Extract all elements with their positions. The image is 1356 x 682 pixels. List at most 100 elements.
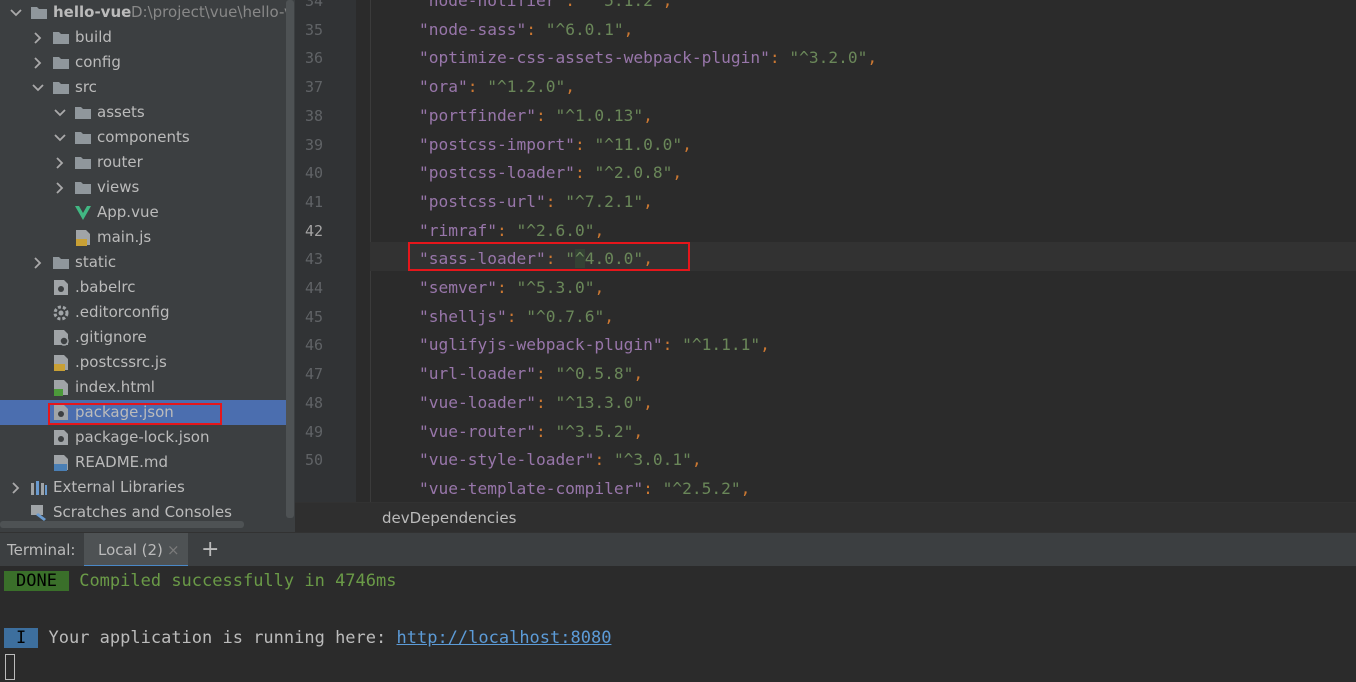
terminal-output[interactable]: DONE Compiled successfully in 4746ms I Y… bbox=[0, 566, 1356, 682]
code-line: "postcss-loader": "^2.0.8", bbox=[419, 163, 683, 183]
json-value: "^1.2.0" bbox=[487, 77, 566, 97]
chevron-right-icon[interactable] bbox=[8, 475, 22, 500]
tree-item-router[interactable]: router bbox=[0, 150, 286, 175]
json-value: "^11.0.0" bbox=[594, 134, 683, 154]
json-value: "^3.5.2" bbox=[555, 421, 634, 441]
line-number: 50 bbox=[304, 451, 323, 470]
json-value: "^2.5.2" bbox=[662, 478, 741, 498]
json-value: "^0.7.6" bbox=[526, 306, 605, 326]
terminal-line-done: DONE Compiled successfully in 4746ms bbox=[4, 570, 396, 592]
running-message: Your application is running here: bbox=[48, 628, 397, 648]
terminal-tab-local-2[interactable]: Local (2) × bbox=[84, 533, 188, 567]
json-key: "vue-loader" bbox=[419, 392, 536, 412]
chevron-down-icon[interactable] bbox=[30, 75, 44, 100]
chevron-right-icon[interactable] bbox=[52, 175, 66, 200]
tree-item-label: build bbox=[75, 28, 112, 46]
localhost-link[interactable]: http://localhost:8080 bbox=[397, 628, 612, 648]
tree-horizontal-scrollbar[interactable] bbox=[0, 521, 244, 528]
tree-item-label: External Libraries bbox=[53, 478, 185, 496]
javascript-file-icon bbox=[74, 229, 92, 246]
tree-item-label: App.vue bbox=[97, 203, 159, 221]
terminal-line-running: I Your application is running here: http… bbox=[4, 627, 611, 649]
tree-vertical-scrollbar[interactable] bbox=[286, 0, 294, 518]
terminal-cursor bbox=[5, 654, 15, 680]
json-value: "^3.0.1" bbox=[613, 450, 692, 470]
json-key: "shelljs" bbox=[419, 306, 507, 326]
tree-item-index-html[interactable]: index.html bbox=[0, 375, 286, 400]
terminal-label: Terminal: bbox=[7, 541, 76, 559]
json-value: "^1.0.13" bbox=[555, 105, 644, 125]
library-icon bbox=[30, 479, 48, 496]
chevron-down-icon[interactable] bbox=[52, 125, 66, 150]
line-number: 47 bbox=[304, 365, 323, 384]
tree-item-main-js[interactable]: main.js bbox=[0, 225, 286, 250]
close-icon[interactable]: × bbox=[167, 533, 180, 567]
folder-icon bbox=[74, 179, 92, 196]
tree-item-label: .postcssrc.js bbox=[75, 353, 167, 371]
folder-icon bbox=[74, 129, 92, 146]
json-key: "vue-router" bbox=[419, 421, 536, 441]
json-key: "semver" bbox=[419, 278, 497, 297]
json-value: "^6.0.1" bbox=[545, 19, 624, 39]
tree-item-label: .editorconfig bbox=[75, 303, 170, 321]
terminal-header: Terminal: Local (2) × + bbox=[0, 532, 1356, 567]
tree-item-components[interactable]: components bbox=[0, 125, 286, 150]
json-value: "^1.1.1" bbox=[682, 335, 761, 355]
json-key: "vue-template-compiler" bbox=[419, 478, 644, 498]
tree-item-postcssrc-js[interactable]: .postcssrc.js bbox=[0, 350, 286, 375]
project-tool-window: hello-vue D:\project\vue\hello-v build co… bbox=[0, 0, 295, 532]
chevron-down-icon[interactable] bbox=[8, 0, 22, 25]
tree-item-gitignore[interactable]: .gitignore bbox=[0, 325, 286, 350]
json-key: "portfinder" bbox=[419, 105, 536, 125]
code-line: "portfinder": "^1.0.13", bbox=[419, 105, 653, 125]
chevron-right-icon[interactable] bbox=[30, 50, 44, 75]
json-value: "^5.1.2" bbox=[584, 0, 663, 10]
tree-item-views[interactable]: views bbox=[0, 175, 286, 200]
new-terminal-plus-icon[interactable]: + bbox=[201, 533, 219, 567]
line-number: 49 bbox=[304, 422, 323, 441]
tree-item-external-libraries[interactable]: External Libraries bbox=[0, 475, 286, 500]
tree-item-build[interactable]: build bbox=[0, 25, 286, 50]
tree-item-config[interactable]: config bbox=[0, 50, 286, 75]
tree-item-label: README.md bbox=[75, 453, 169, 471]
json-key: "url-loader" bbox=[419, 364, 536, 384]
tree-item-babelrc[interactable]: .babelrc bbox=[0, 275, 286, 300]
folder-icon bbox=[30, 4, 48, 21]
tree-item-package-lock-json[interactable]: package-lock.json bbox=[0, 425, 286, 450]
tree-item-assets[interactable]: assets bbox=[0, 100, 286, 125]
tree-item-readme-md[interactable]: README.md bbox=[0, 450, 286, 475]
code-line: "rimraf": "^2.6.0", bbox=[419, 220, 605, 240]
line-number: 40 bbox=[304, 164, 323, 183]
tree-item-app-vue[interactable]: App.vue bbox=[0, 200, 286, 225]
json-value: "^0.5.8" bbox=[555, 364, 634, 384]
folder-icon bbox=[52, 79, 70, 96]
folder-icon bbox=[52, 254, 70, 271]
done-badge: DONE bbox=[4, 571, 69, 591]
json-key: "rimraf" bbox=[419, 220, 497, 240]
chevron-right-icon[interactable] bbox=[30, 250, 44, 275]
line-number: 46 bbox=[304, 336, 323, 355]
tree-item-editorconfig[interactable]: .editorconfig bbox=[0, 300, 286, 325]
code-line: "shelljs": "^0.7.6", bbox=[419, 306, 614, 326]
tree-item-src[interactable]: src bbox=[0, 75, 286, 100]
json-value: "^2.6.0" bbox=[516, 220, 595, 240]
vue-icon bbox=[74, 204, 92, 221]
config-file-icon bbox=[52, 429, 70, 446]
breadcrumb: devDependencies bbox=[295, 502, 1356, 533]
tree-item-label: index.html bbox=[75, 378, 155, 396]
tree-root-hello-vue[interactable]: hello-vue D:\project\vue\hello-v bbox=[0, 0, 293, 25]
chevron-down-icon[interactable] bbox=[52, 100, 66, 125]
code-line: "postcss-url": "^7.2.1", bbox=[419, 191, 653, 211]
folder-icon bbox=[52, 29, 70, 46]
tree-item-static[interactable]: static bbox=[0, 250, 286, 275]
tree-item-label: package-lock.json bbox=[75, 428, 210, 446]
folder-icon bbox=[52, 54, 70, 71]
tree-item-label: router bbox=[97, 153, 143, 171]
chevron-right-icon[interactable] bbox=[52, 150, 66, 175]
chevron-right-icon[interactable] bbox=[30, 25, 44, 50]
markdown-file-icon bbox=[52, 454, 70, 471]
json-key: "postcss-import" bbox=[419, 134, 575, 154]
json-key: "vue-style-loader" bbox=[419, 450, 595, 470]
breadcrumb-devdependencies[interactable]: devDependencies bbox=[382, 503, 516, 533]
code-line: "optimize-css-assets-webpack-plugin": "^… bbox=[419, 48, 878, 68]
